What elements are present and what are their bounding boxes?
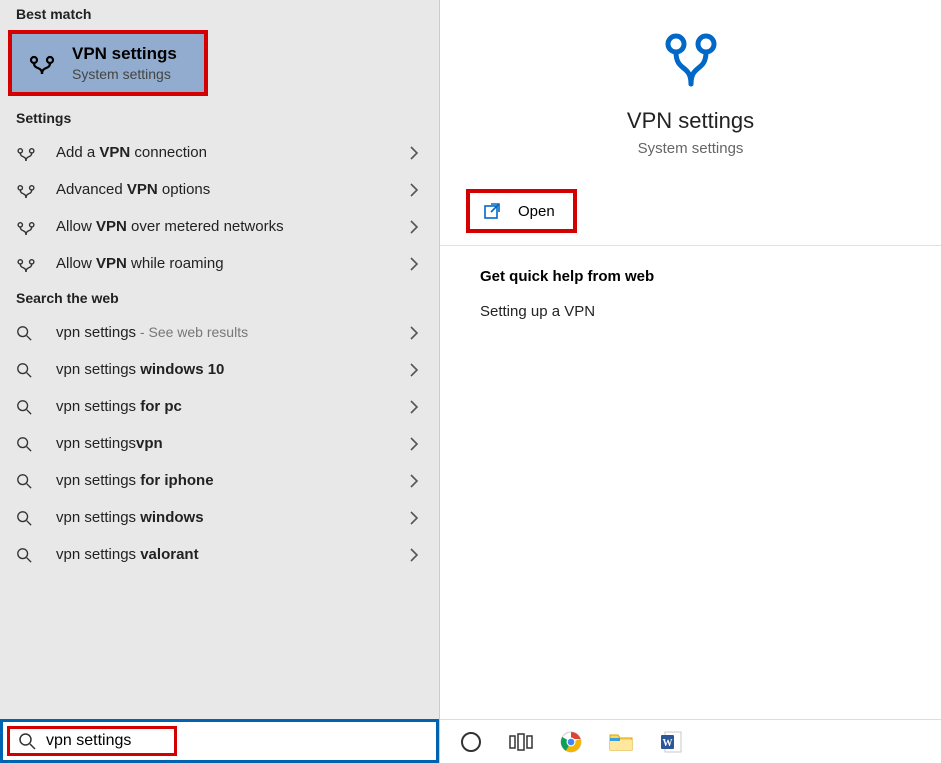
vpn-icon bbox=[16, 145, 38, 161]
web-result-item[interactable]: vpn settings - See web results bbox=[0, 314, 439, 351]
web-result-item[interactable]: vpn settingsvpn bbox=[0, 425, 439, 462]
detail-panel: VPN settings System settings Open Get qu… bbox=[440, 0, 941, 763]
web-result-label: vpn settings valorant bbox=[56, 546, 391, 563]
chevron-right-icon bbox=[409, 183, 423, 197]
task-view-icon[interactable] bbox=[508, 729, 534, 755]
best-match-header: Best match bbox=[0, 0, 439, 30]
chrome-icon[interactable] bbox=[558, 729, 584, 755]
open-icon bbox=[482, 201, 502, 221]
svg-text:W: W bbox=[663, 738, 673, 749]
web-result-item[interactable]: vpn settings valorant bbox=[0, 536, 439, 573]
detail-title: VPN settings bbox=[627, 108, 754, 134]
detail-subtitle: System settings bbox=[638, 140, 744, 157]
best-match-subtitle: System settings bbox=[72, 66, 177, 82]
chevron-right-icon bbox=[409, 437, 423, 451]
search-icon bbox=[16, 510, 38, 526]
word-icon[interactable]: W bbox=[658, 729, 684, 755]
search-icon bbox=[16, 399, 38, 415]
chevron-right-icon bbox=[409, 363, 423, 377]
open-button[interactable]: Open bbox=[466, 189, 577, 233]
cortana-icon[interactable] bbox=[458, 729, 484, 755]
search-box[interactable] bbox=[0, 719, 439, 763]
vpn-large-icon bbox=[659, 32, 723, 88]
settings-item[interactable]: Advanced VPN options bbox=[0, 171, 439, 208]
settings-item-label: Allow VPN while roaming bbox=[56, 255, 391, 272]
settings-item-label: Allow VPN over metered networks bbox=[56, 218, 391, 235]
vpn-icon bbox=[16, 219, 38, 235]
search-icon bbox=[16, 473, 38, 489]
settings-item-label: Advanced VPN options bbox=[56, 181, 391, 198]
web-result-item[interactable]: vpn settings windows bbox=[0, 499, 439, 536]
web-result-label: vpn settings for iphone bbox=[56, 472, 391, 489]
vpn-icon bbox=[28, 52, 56, 74]
search-results-panel: Best match VPN settings System settings … bbox=[0, 0, 440, 763]
web-result-label: vpn settingsvpn bbox=[56, 435, 391, 452]
chevron-right-icon bbox=[409, 400, 423, 414]
settings-item-label: Add a VPN connection bbox=[56, 144, 391, 161]
web-result-item[interactable]: vpn settings for pc bbox=[0, 388, 439, 425]
chevron-right-icon bbox=[409, 220, 423, 234]
search-input[interactable] bbox=[46, 732, 166, 750]
chevron-right-icon bbox=[409, 548, 423, 562]
search-icon bbox=[16, 436, 38, 452]
help-title: Get quick help from web bbox=[480, 268, 901, 285]
chevron-right-icon bbox=[409, 257, 423, 271]
chevron-right-icon bbox=[409, 146, 423, 160]
search-web-header: Search the web bbox=[0, 282, 439, 314]
chevron-right-icon bbox=[409, 511, 423, 525]
search-icon bbox=[16, 362, 38, 378]
search-icon bbox=[16, 325, 38, 341]
taskbar: W bbox=[440, 719, 941, 763]
web-result-label: vpn settings windows bbox=[56, 509, 391, 526]
web-result-label: vpn settings for pc bbox=[56, 398, 391, 415]
chevron-right-icon bbox=[409, 326, 423, 340]
open-label: Open bbox=[518, 203, 555, 220]
chevron-right-icon bbox=[409, 474, 423, 488]
settings-item[interactable]: Allow VPN while roaming bbox=[0, 245, 439, 282]
best-match-result[interactable]: VPN settings System settings bbox=[8, 30, 208, 96]
search-icon bbox=[16, 547, 38, 563]
vpn-icon bbox=[16, 182, 38, 198]
search-icon bbox=[18, 732, 36, 750]
vpn-icon bbox=[16, 256, 38, 272]
file-explorer-icon[interactable] bbox=[608, 729, 634, 755]
settings-header: Settings bbox=[0, 96, 439, 134]
web-result-item[interactable]: vpn settings windows 10 bbox=[0, 351, 439, 388]
help-link[interactable]: Setting up a VPN bbox=[480, 303, 901, 320]
best-match-title: VPN settings bbox=[72, 44, 177, 64]
settings-item[interactable]: Allow VPN over metered networks bbox=[0, 208, 439, 245]
settings-item[interactable]: Add a VPN connection bbox=[0, 134, 439, 171]
web-result-label: vpn settings - See web results bbox=[56, 324, 391, 341]
web-result-item[interactable]: vpn settings for iphone bbox=[0, 462, 439, 499]
web-result-label: vpn settings windows 10 bbox=[56, 361, 391, 378]
